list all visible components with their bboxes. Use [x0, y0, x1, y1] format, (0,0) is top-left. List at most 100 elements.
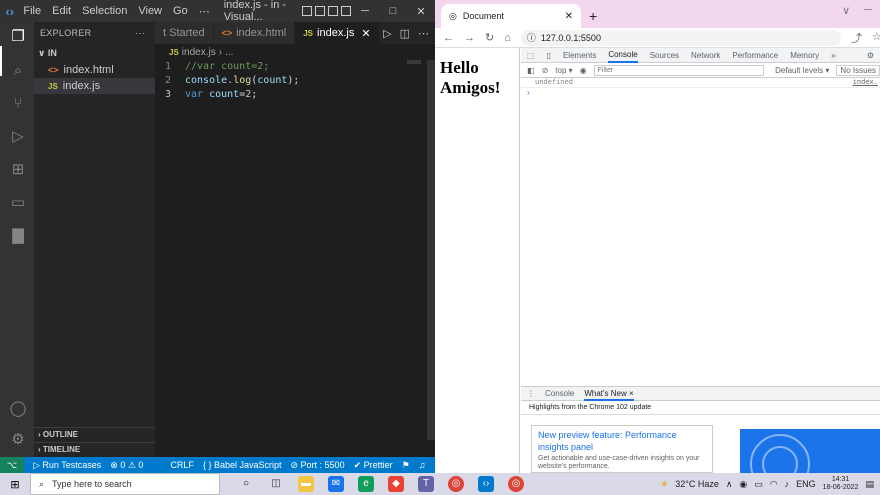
file-index-js[interactable]: JS index.js [34, 78, 155, 94]
chrome-alt-icon[interactable]: ◎ [508, 476, 524, 492]
console-prompt[interactable]: › [521, 88, 880, 100]
tray-chevron-icon[interactable]: ∧ [726, 479, 733, 490]
clock[interactable]: 14:31 18-06-2022 [823, 476, 859, 492]
battery-icon[interactable]: ▭ [754, 479, 763, 490]
cortana-icon[interactable]: ○ [238, 476, 254, 492]
menu-view[interactable]: View [138, 5, 162, 18]
feature-card-title[interactable]: New preview feature: Performance insight… [538, 429, 706, 453]
home-icon[interactable]: ⌂ [504, 32, 511, 44]
menu-file[interactable]: File [23, 5, 41, 18]
log-levels-dropdown[interactable]: Default levels ▾ [775, 66, 829, 75]
drawer-tab-whats-new[interactable]: What's New × [584, 387, 634, 401]
tab-performance[interactable]: Performance [732, 51, 778, 60]
extensions-icon[interactable]: ⊞ [9, 161, 27, 179]
tab-index-html[interactable]: <> index.html [213, 22, 296, 44]
taskbar-search[interactable]: ⌕ Type here to search [30, 473, 220, 495]
minimap[interactable] [407, 60, 421, 64]
tab-network[interactable]: Network [691, 51, 720, 60]
breadcrumb-file[interactable]: index.js [182, 47, 216, 58]
account-icon[interactable]: ◯ [9, 400, 27, 418]
problems-indicator[interactable]: ⊗ 0 ⚠ 0 [110, 460, 143, 471]
notification-center-icon[interactable]: ▤ [865, 479, 874, 490]
outline-section[interactable]: › OUTLINE [34, 427, 155, 441]
notifications-bell-icon[interactable]: ♫ [419, 460, 426, 470]
weather-icon[interactable]: ☀ [660, 479, 668, 490]
console-source-link[interactable]: index. [853, 78, 880, 87]
tab-sources[interactable]: Sources [650, 51, 679, 60]
toggle-secondary-icon[interactable] [328, 6, 338, 16]
maximize-icon[interactable]: □ [379, 5, 407, 18]
breadcrumb-symbol[interactable]: ... [225, 47, 233, 58]
chrome-icon[interactable]: ◎ [448, 476, 464, 492]
menu-go[interactable]: Go [173, 5, 188, 18]
tab-index-js[interactable]: JS index.js ✕ [295, 22, 380, 44]
code-editor[interactable]: 1 //var count=2; 2 console.log(count); 3… [155, 60, 435, 102]
device-toolbar-icon[interactable]: ▯ [547, 51, 551, 60]
filter-input[interactable]: Filter [593, 64, 764, 76]
windows-start-icon[interactable]: ⊞ [0, 478, 30, 491]
menu-edit[interactable]: Edit [52, 5, 71, 18]
remote-indicator-icon[interactable]: ⌥ [0, 457, 24, 473]
timeline-section[interactable]: › TIMELINE [34, 442, 155, 456]
language-mode[interactable]: { } Babel JavaScript [203, 460, 282, 470]
tab-memory[interactable]: Memory [790, 51, 819, 60]
close-icon[interactable]: ✕ [407, 5, 435, 18]
forward-arrow-icon[interactable]: → [464, 32, 475, 44]
wifi-icon[interactable]: ◠ [770, 479, 778, 490]
context-selector[interactable]: top ▾ [555, 66, 572, 75]
sidebar-toggle-icon[interactable]: ◧ [527, 66, 535, 75]
address-bar[interactable]: ⓘ 127.0.0.1:5500 [520, 29, 841, 46]
clear-console-icon[interactable]: ⊘ [542, 66, 549, 75]
browser-tab[interactable]: ◎ Document ✕ [441, 4, 581, 28]
tab-get-started[interactable]: t Started [155, 22, 214, 44]
new-tab-icon[interactable]: + [589, 8, 597, 24]
editor-scrollbar[interactable] [427, 60, 435, 440]
tab-close-icon[interactable]: ✕ [358, 27, 370, 40]
eye-icon[interactable]: ◉ [580, 66, 587, 75]
volume-icon[interactable]: ♪ [785, 479, 790, 489]
tab-close-icon[interactable]: ✕ [565, 11, 573, 22]
edge-icon[interactable]: e [358, 476, 374, 492]
file-explorer-icon[interactable]: ▬ [298, 476, 314, 492]
search-icon[interactable]: ⌕ [9, 62, 27, 80]
feature-card[interactable]: New preview feature: Performance insight… [531, 425, 713, 473]
share-icon[interactable]: ⤴ [851, 30, 862, 46]
folder-section[interactable]: ∨ IN [34, 44, 155, 62]
drawer-tab-console[interactable]: Console [545, 389, 574, 398]
toggle-panel-icon[interactable] [315, 6, 325, 16]
star-icon[interactable]: ☆ [872, 30, 880, 46]
tab-console[interactable]: Console [608, 48, 638, 63]
explorer-icon[interactable]: ❐ [9, 28, 27, 46]
eol-indicator[interactable]: CRLF [170, 460, 194, 470]
language-indicator[interactable]: ENG [796, 479, 816, 489]
run-icon[interactable]: ▷ [383, 27, 391, 40]
stats-icon[interactable]: ▇ [9, 227, 27, 245]
source-control-icon[interactable]: ⑂ [9, 95, 27, 113]
issues-button[interactable]: No Issues [836, 64, 880, 76]
record-icon[interactable]: ◉ [739, 479, 747, 490]
customize-layout-icon[interactable] [341, 6, 351, 16]
inspect-element-icon[interactable]: ⬚ [527, 51, 535, 60]
photos-icon[interactable]: ◆ [388, 476, 404, 492]
explorer-more-button[interactable]: ··· [135, 28, 145, 38]
toggle-sidebar-icon[interactable] [302, 6, 312, 16]
live-server-port[interactable]: ⊘ Port : 5500 [291, 460, 345, 471]
more-tabs-button[interactable]: » [831, 51, 835, 60]
menu-more[interactable]: ⋯ [199, 5, 210, 18]
minimize-icon[interactable]: ─ [864, 4, 872, 17]
task-view-icon[interactable]: ◫ [268, 476, 284, 492]
menu-selection[interactable]: Selection [82, 5, 127, 18]
vscode-taskbar-icon[interactable]: ‹› [478, 476, 494, 492]
devtools-settings-gear-icon[interactable]: ⚙ [867, 51, 880, 60]
split-editor-icon[interactable]: ◫ [400, 27, 410, 40]
tab-elements[interactable]: Elements [563, 51, 596, 60]
minimize-icon[interactable]: ─ [351, 5, 379, 18]
drawer-menu-icon[interactable]: ⋮ [527, 389, 535, 398]
feedback-icon[interactable]: ⚑ [402, 460, 410, 471]
reload-icon[interactable]: ↻ [485, 31, 494, 44]
settings-gear-icon[interactable]: ⚙ [9, 431, 27, 449]
run-debug-icon[interactable]: ▷ [9, 128, 27, 146]
back-arrow-icon[interactable]: ← [443, 32, 454, 44]
prettier-status[interactable]: ✔ Prettier [354, 460, 393, 471]
chevron-down-icon[interactable]: ∨ [842, 4, 850, 17]
